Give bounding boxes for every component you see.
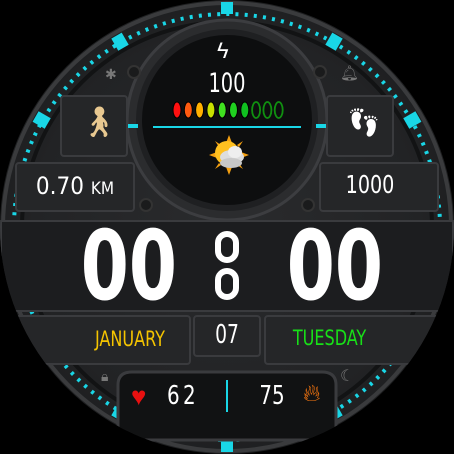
battery-segment bbox=[240, 101, 250, 119]
battery-segment bbox=[273, 101, 284, 119]
battery-segment bbox=[251, 101, 262, 119]
colon-top bbox=[215, 231, 239, 263]
month: JANUARY bbox=[95, 327, 165, 351]
distance: 0.70 KM bbox=[20, 172, 130, 200]
distance-unit: KM bbox=[90, 179, 115, 199]
partly-cloudy-sun-icon bbox=[209, 135, 249, 175]
colon-bottom bbox=[215, 268, 239, 300]
battery-segment bbox=[183, 101, 193, 119]
battery-segment bbox=[172, 101, 182, 119]
battery-segment bbox=[217, 101, 227, 119]
battery-segment bbox=[206, 101, 216, 119]
day: 07 bbox=[215, 320, 239, 350]
flame-icon: 🔥︎ bbox=[303, 380, 321, 407]
battery-segment bbox=[262, 101, 273, 119]
steps-value: 1000 bbox=[345, 170, 395, 199]
weekday: TUESDAY bbox=[292, 326, 367, 350]
time-hours: 00 bbox=[80, 210, 177, 322]
distance-value: 0.70 bbox=[35, 172, 84, 200]
heart-rate: 62 bbox=[166, 381, 200, 411]
heart-icon: ♥ bbox=[131, 381, 147, 411]
calories: 75 bbox=[259, 381, 285, 411]
watch-face: ✱ 🔔︎ 🔒︎ ☾ ϟ 100 🚶︎ 0.70 KM 👣︎ 1000 00 00… bbox=[0, 0, 454, 454]
walking-person-icon: 🚶︎ bbox=[80, 106, 119, 139]
footprints-icon: 👣︎ bbox=[346, 107, 382, 138]
battery-segment bbox=[229, 101, 238, 119]
battery-segment bbox=[195, 101, 205, 119]
time-minutes: 00 bbox=[286, 210, 383, 322]
